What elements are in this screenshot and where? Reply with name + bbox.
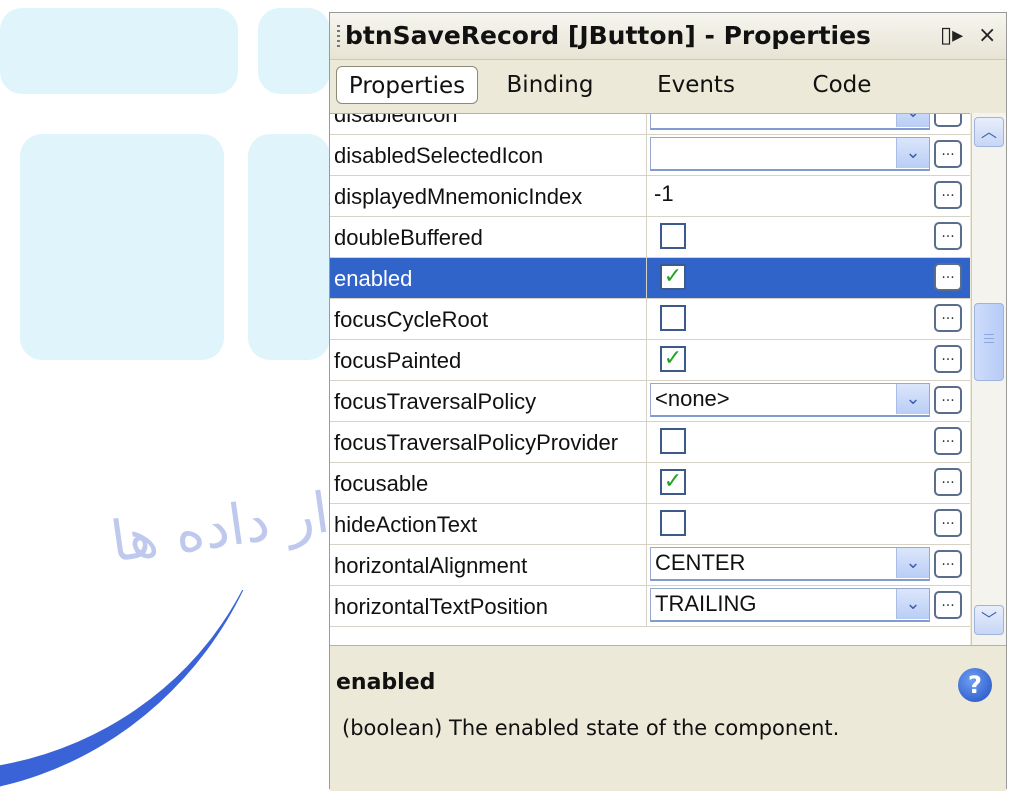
property-name: focusTraversalPolicyProvider <box>334 422 647 462</box>
property-row-focusPainted[interactable]: focusPainted ✓... <box>330 340 970 381</box>
property-value-combo[interactable]: CENTER ⌄ <box>650 547 930 581</box>
property-value-combo[interactable]: TRAILING ⌄ <box>650 588 930 622</box>
dropdown-arrow-icon[interactable]: ⌄ <box>896 384 929 414</box>
tab-code[interactable]: Code <box>804 66 880 104</box>
window-title: btnSaveRecord [JButton] - Properties <box>345 21 871 50</box>
property-name: focusCycleRoot <box>334 299 647 339</box>
property-name: displayedMnemonicIndex <box>334 176 647 216</box>
checkbox-checked[interactable]: ✓ <box>660 346 686 372</box>
tab-binding[interactable]: Binding <box>500 66 600 104</box>
help-icon[interactable]: ? <box>958 668 992 702</box>
checkbox-unchecked[interactable] <box>660 223 686 249</box>
property-name: enabled <box>334 258 647 298</box>
property-row-focusTraversalPolicy[interactable]: focusTraversalPolicy <none> ⌄... <box>330 381 970 422</box>
property-row-disabledSelectedIcon[interactable]: disabledSelectedIcon ⌄... <box>330 135 970 176</box>
property-value-text: TRAILING <box>655 591 757 616</box>
property-name: disabledSelectedIcon <box>334 135 647 175</box>
watermark-block-3 <box>20 134 224 360</box>
ellipsis-button[interactable]: ... <box>934 386 962 414</box>
tab-properties[interactable]: Properties <box>336 66 478 104</box>
scroll-down-icon[interactable]: ﹀ <box>974 605 1004 635</box>
tab-bar: Properties Binding Events Code <box>330 60 1006 110</box>
minimize-panel-icon[interactable]: ▯▸ <box>940 23 963 48</box>
property-value-text: -1 <box>654 181 674 206</box>
property-sheet: disabledIcon ⌄... disabledSelectedIcon ⌄...… <box>330 113 970 646</box>
ellipsis-button[interactable]: ... <box>934 427 962 455</box>
description-title: enabled <box>336 670 436 695</box>
property-row-focusable[interactable]: focusable ✓... <box>330 463 970 504</box>
dropdown-arrow-icon[interactable]: ⌄ <box>896 138 929 168</box>
checkbox-checked[interactable]: ✓ <box>660 469 686 495</box>
dropdown-arrow-icon[interactable]: ⌄ <box>896 589 929 619</box>
watermark-swoosh <box>0 590 330 800</box>
property-name: doubleBuffered <box>334 217 647 257</box>
ellipsis-button[interactable]: ... <box>934 591 962 619</box>
property-value-combo[interactable]: ⌄ <box>650 114 930 130</box>
ellipsis-button[interactable]: ... <box>934 263 962 291</box>
property-row-focusTraversalPolicyProvider[interactable]: focusTraversalPolicyProvider... <box>330 422 970 463</box>
ellipsis-button[interactable]: ... <box>934 345 962 373</box>
window-titlebar[interactable]: btnSaveRecord [JButton] - Properties ▯▸ … <box>330 13 1006 60</box>
property-value-combo[interactable]: ⌄ <box>650 137 930 171</box>
properties-window: btnSaveRecord [JButton] - Properties ▯▸ … <box>329 12 1007 791</box>
ellipsis-button[interactable]: ... <box>934 304 962 332</box>
property-value-combo[interactable]: <none> ⌄ <box>650 383 930 417</box>
ellipsis-button[interactable]: ... <box>934 550 962 578</box>
checkbox-unchecked[interactable] <box>660 510 686 536</box>
property-row-focusCycleRoot[interactable]: focusCycleRoot... <box>330 299 970 340</box>
scroll-up-icon[interactable]: ︿ <box>974 117 1004 147</box>
dropdown-arrow-icon[interactable]: ⌄ <box>896 548 929 578</box>
property-row-horizontalTextPosition[interactable]: horizontalTextPosition TRAILING ⌄... <box>330 586 970 627</box>
scroll-thumb[interactable] <box>974 303 1004 381</box>
property-row-enabled[interactable]: enabled ✓... <box>330 258 970 299</box>
property-value-text: <none> <box>655 386 730 411</box>
property-row-disabledIcon[interactable]: disabledIcon ⌄... <box>330 114 970 135</box>
close-icon[interactable]: × <box>978 23 996 48</box>
property-name: focusPainted <box>334 340 647 380</box>
property-row-hideActionText[interactable]: hideActionText... <box>330 504 970 545</box>
property-name: horizontalAlignment <box>334 545 647 585</box>
property-name: hideActionText <box>334 504 647 544</box>
vertical-scrollbar[interactable]: ︿ ﹀ <box>971 113 1006 645</box>
checkbox-unchecked[interactable] <box>660 428 686 454</box>
checkbox-unchecked[interactable] <box>660 305 686 331</box>
ellipsis-button[interactable]: ... <box>934 468 962 496</box>
property-row-horizontalAlignment[interactable]: horizontalAlignment CENTER ⌄... <box>330 545 970 586</box>
dropdown-arrow-icon[interactable]: ⌄ <box>896 114 929 127</box>
watermark-block-1 <box>0 8 238 94</box>
watermark-block-2 <box>258 8 330 94</box>
watermark-block-4 <box>248 134 330 360</box>
property-row-doubleBuffered[interactable]: doubleBuffered... <box>330 217 970 258</box>
ellipsis-button[interactable]: ... <box>934 140 962 168</box>
property-name: focusTraversalPolicy <box>334 381 647 421</box>
ellipsis-button[interactable]: ... <box>934 222 962 250</box>
description-text: (boolean) The enabled state of the compo… <box>342 716 840 740</box>
property-name: focusable <box>334 463 647 503</box>
property-row-displayedMnemonicIndex[interactable]: displayedMnemonicIndex -1... <box>330 176 970 217</box>
ellipsis-button[interactable]: ... <box>934 509 962 537</box>
drag-grip-icon[interactable] <box>337 25 340 47</box>
property-value-text: CENTER <box>655 550 746 575</box>
property-name: horizontalTextPosition <box>334 586 647 626</box>
ellipsis-button[interactable]: ... <box>934 114 962 127</box>
checkbox-checked[interactable]: ✓ <box>660 264 686 290</box>
property-name: disabledIcon <box>334 114 647 134</box>
ellipsis-button[interactable]: ... <box>934 181 962 209</box>
description-pane: enabled ? (boolean) The enabled state of… <box>330 645 1006 791</box>
property-value-field[interactable]: -1 <box>650 178 890 214</box>
tab-events[interactable]: Events <box>648 66 744 104</box>
